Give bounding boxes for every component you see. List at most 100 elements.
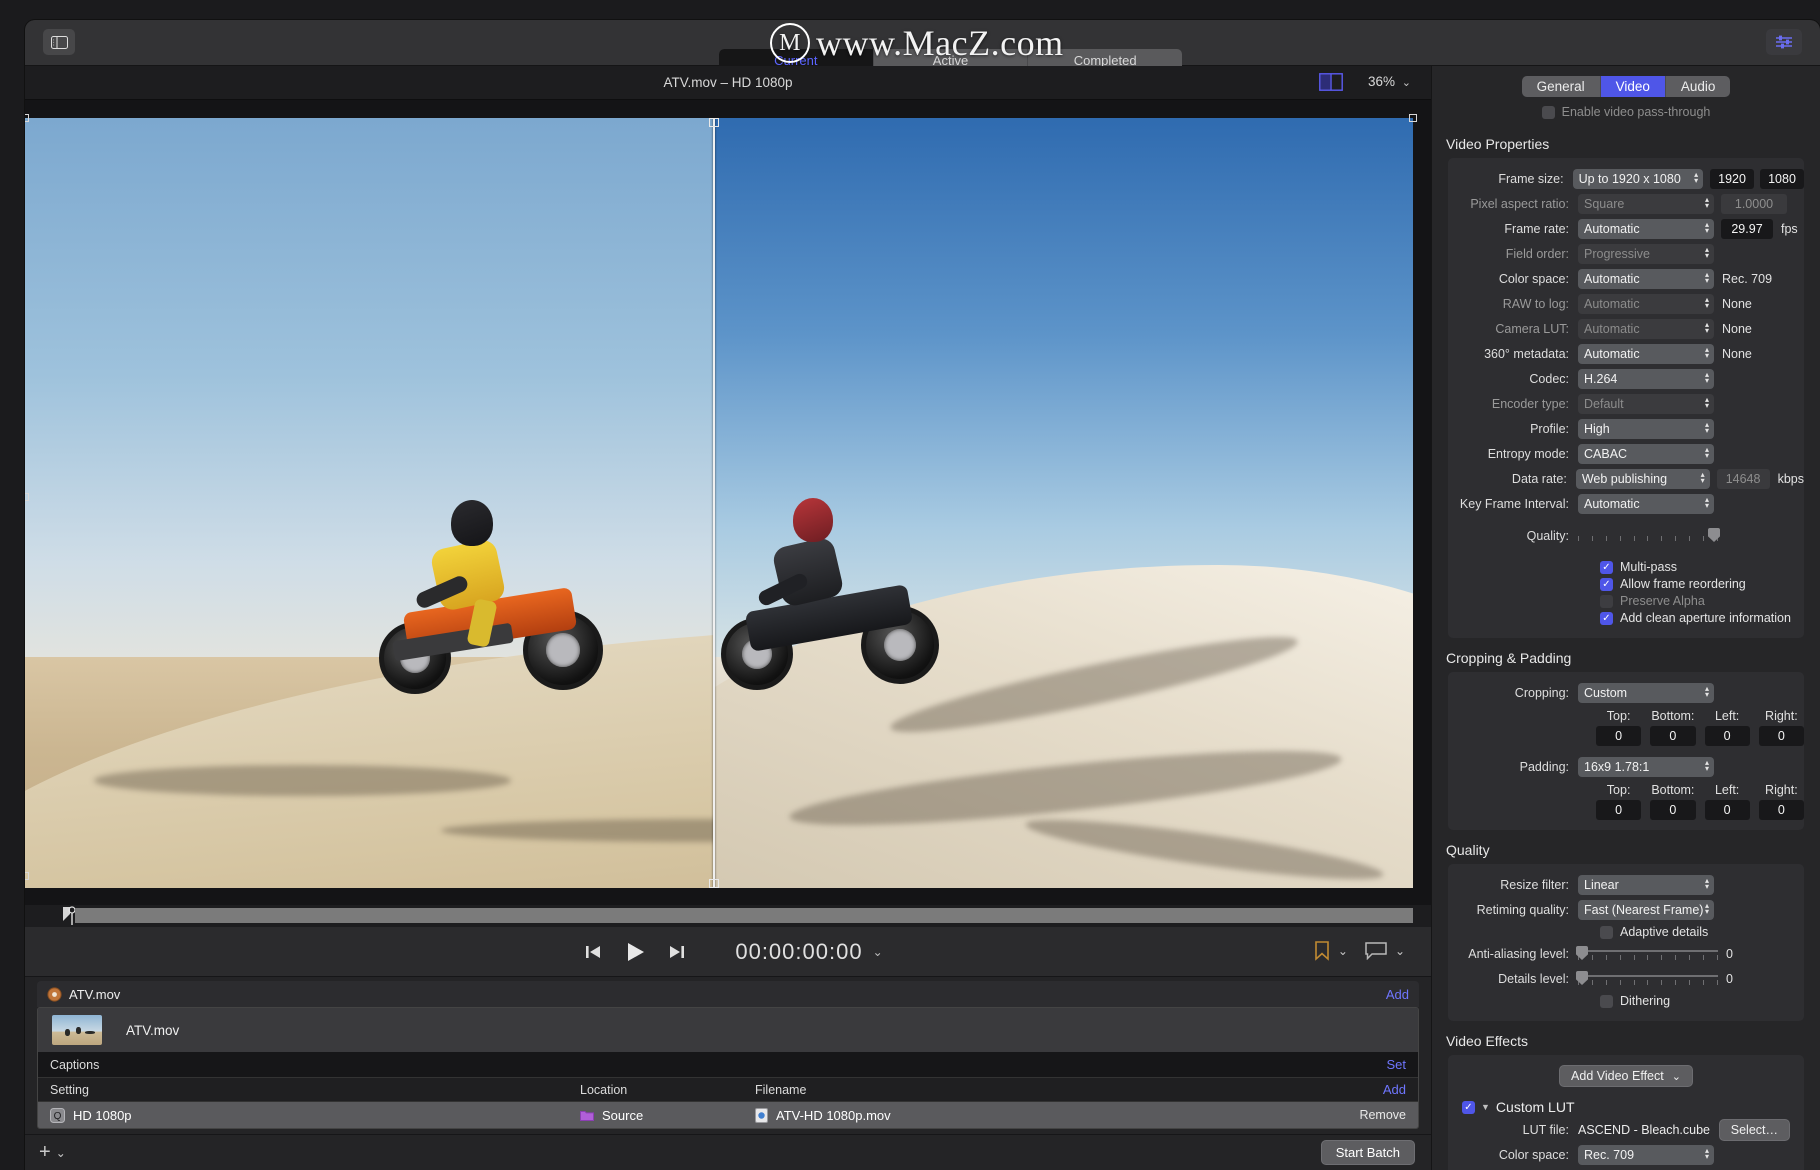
field-pixel-aspect-value: 1.0000 [1721,194,1787,214]
field-lut-file: LUT file: ASCEND - Bleach.cube Select… [1448,1118,1804,1142]
batch-panel: ATV.mov Add ATV.mov Captions Set Setting… [25,977,1431,1170]
split-view-icon[interactable] [1319,73,1343,91]
chevron-down-icon[interactable]: ⌄ [1402,76,1411,89]
select-retiming-quality[interactable]: Fast (Nearest Frame) ▴ ▾ [1578,900,1714,920]
crop-right-field[interactable]: 0 [1758,726,1804,746]
custom-lut-disclosure-icon[interactable]: ▼ [1481,1102,1490,1112]
label-profile: Profile: [1530,422,1569,436]
field-data-rate-value: 14648 [1716,469,1770,489]
select-resize-filter[interactable]: Linear ▴ ▾ [1578,875,1714,895]
table-row[interactable]: Q HD 1080p Source ATV-HD 1080p.mov Remov… [38,1102,1418,1128]
select-retiming-quality-value: Fast (Nearest Frame) [1584,903,1704,917]
column-location: Location [580,1082,628,1097]
start-batch-button[interactable]: Start Batch [1320,1140,1415,1165]
select-360-metadata[interactable]: Automatic ▴ ▾ [1578,344,1714,364]
quality-slider[interactable] [1578,528,1720,543]
select-frame-size[interactable]: Up to 1920 x 1080 ▴ ▾ [1572,169,1704,189]
label-padding: Padding: [1519,760,1569,774]
crop-handle-bl[interactable] [25,872,29,880]
pad-left-field[interactable]: 0 [1704,800,1750,820]
tab-general[interactable]: General [1521,75,1601,97]
timecode-chevron-down-icon[interactable]: ⌄ [873,945,883,959]
pad-left-cell: Left: 0 [1704,783,1750,820]
select-frame-rate-value: Automatic [1584,222,1640,236]
tab-video[interactable]: Video [1600,75,1666,97]
pad-bottom-cell: Bottom: 0 [1650,783,1696,820]
pass-through-row: Enable video pass-through [1432,100,1820,124]
field-color-space: Color space: Automatic ▴ ▾ Rec. 709 [1448,267,1804,291]
select-codec[interactable]: H.264 ▴ ▾ [1578,369,1714,389]
field-entropy-mode: Entropy mode: CABAC ▴ ▾ [1448,442,1804,466]
details-level-slider[interactable] [1576,971,1718,986]
adaptive-details-checkbox[interactable] [1600,925,1613,939]
stepper-icon: ▴ ▾ [1704,495,1709,510]
lut-select-button[interactable]: Select… [1718,1119,1790,1141]
add-job-button[interactable]: + ⌄ [39,1141,66,1164]
playhead[interactable] [63,906,75,926]
label-pixel-aspect-ratio: Pixel aspect ratio: [1470,197,1569,211]
app-window: Current Active Completed M www.MacZ.com … [25,20,1820,1170]
skip-to-end-button[interactable] [668,943,686,961]
custom-lut-header: ✓ ▼ Custom LUT [1448,1095,1804,1117]
crop-left-field[interactable]: 0 [1704,726,1750,746]
zoom-level[interactable]: 36% [1368,74,1395,89]
captions-set-link[interactable]: Set [1386,1057,1406,1072]
allow-frame-reordering-checkbox[interactable]: ✓ [1600,577,1613,591]
select-entropy-mode[interactable]: CABAC ▴ ▾ [1578,444,1714,464]
sidebar-toggle-button[interactable] [43,29,75,55]
field-frame-rate-value[interactable]: 29.97 [1721,219,1773,239]
pass-through-checkbox[interactable] [1541,105,1555,119]
batch-add-link[interactable]: Add [1386,987,1409,1002]
play-button[interactable] [624,941,646,963]
crop-handle-tl[interactable] [25,114,29,122]
label-lut-color-space: Color space: [1498,1148,1569,1162]
tab-audio[interactable]: Audio [1665,75,1731,97]
crop-bottom-field[interactable]: 0 [1650,726,1696,746]
select-frame-rate[interactable]: Automatic ▴ ▾ [1578,219,1714,239]
batch-row-add-link[interactable]: Add [1383,1082,1406,1097]
select-lut-color-space[interactable]: Rec. 709 ▴ ▾ [1578,1145,1714,1165]
field-frame-width[interactable]: 1920 [1710,169,1755,189]
select-data-rate[interactable]: Web publishing ▴ ▾ [1575,469,1710,489]
unit-fps: fps [1781,222,1798,236]
select-color-space[interactable]: Automatic ▴ ▾ [1578,269,1714,289]
select-key-frame-interval[interactable]: Automatic ▴ ▾ [1578,494,1714,514]
add-video-effect-button[interactable]: Add Video Effect ⌄ [1559,1065,1693,1087]
inspector-toggle-button[interactable] [1766,29,1802,55]
quality-title: Quality [1446,842,1490,858]
job-summary-row[interactable]: ATV.mov [38,1008,1418,1052]
select-cropping[interactable]: Custom ▴ ▾ [1578,683,1714,703]
timecode-display[interactable]: 00:00:00:00 [735,939,862,965]
anti-aliasing-slider[interactable] [1576,946,1718,961]
row-filename: ATV-HD 1080p.mov [776,1107,891,1123]
bookmark-chevron-down-icon[interactable]: ⌄ [1338,944,1348,958]
scrubber-track[interactable] [75,908,1413,923]
row-remove-link[interactable]: Remove [1359,1108,1406,1122]
select-data-rate-value: Web publishing [1581,472,1668,486]
crop-handle-tr[interactable] [1409,114,1417,122]
pad-bottom-field[interactable]: 0 [1650,800,1696,820]
custom-lut-checkbox[interactable]: ✓ [1462,1100,1475,1114]
field-360-metadata: 360° metadata: Automatic ▴ ▾ None [1448,342,1804,366]
split-divider-handle[interactable] [709,118,719,888]
crop-top-field[interactable]: 0 [1596,726,1642,746]
crop-handle-l[interactable] [25,493,29,501]
comment-icon[interactable] [1365,942,1387,960]
stepper-icon: ▴ ▾ [1704,901,1709,916]
add-clean-aperture-checkbox[interactable]: ✓ [1600,611,1613,625]
bookmark-icon[interactable] [1314,941,1330,961]
scrubber-row [25,905,1431,927]
pad-top-field[interactable]: 0 [1596,800,1642,820]
select-camera-lut-value: Automatic [1584,322,1640,336]
dithering-checkbox[interactable] [1600,994,1613,1008]
field-frame-height[interactable]: 1080 [1760,169,1804,189]
pad-right-field[interactable]: 0 [1758,800,1804,820]
crop-top-label: Top: [1606,709,1631,723]
select-profile[interactable]: High ▴ ▾ [1578,419,1714,439]
multi-pass-checkbox[interactable]: ✓ [1600,560,1613,574]
comment-chevron-down-icon[interactable]: ⌄ [1395,944,1405,958]
stepper-icon: ▴ ▾ [1704,876,1709,891]
select-encoder-type-value: Default [1584,397,1624,411]
select-padding[interactable]: 16x9 1.78:1 ▴ ▾ [1578,757,1714,777]
skip-to-start-button[interactable] [584,943,602,961]
